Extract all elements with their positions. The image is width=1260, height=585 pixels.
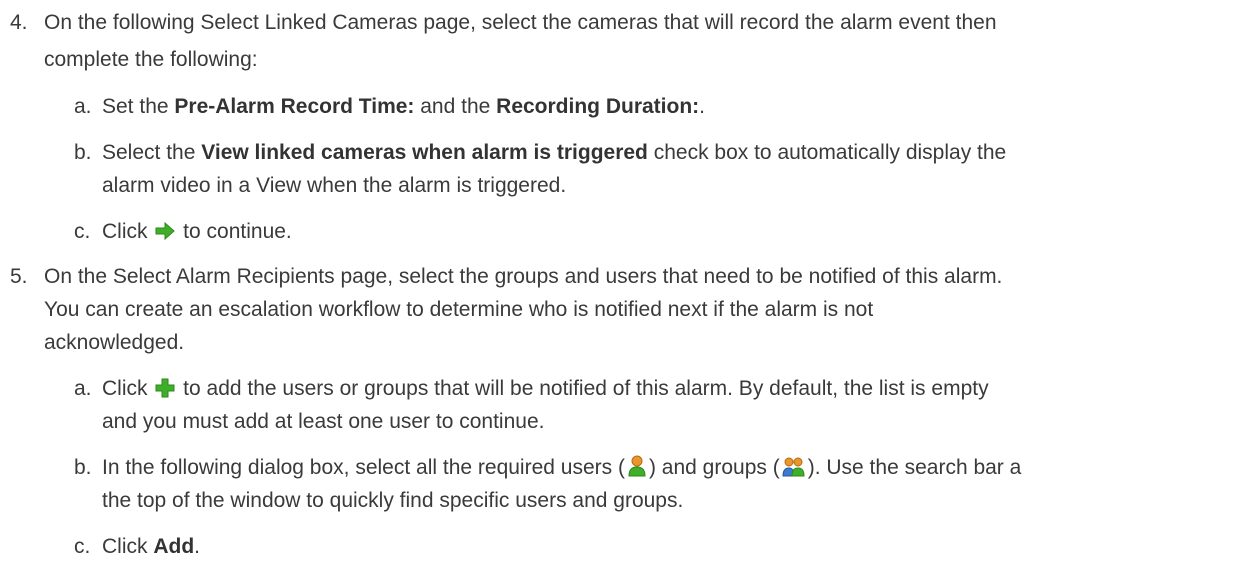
bold-term-add: Add [153, 535, 195, 558]
green-plus-icon [155, 377, 175, 398]
text-run: Set the [102, 95, 175, 118]
text-run: In the following dialog box, select all … [102, 456, 625, 479]
text-run: ) and groups ( [648, 456, 780, 479]
group-icon [782, 456, 806, 477]
green-right-arrow-icon [155, 220, 176, 241]
step-number: 5. [10, 265, 28, 288]
bold-term-pre-alarm: Pre-Alarm Record Time: [174, 95, 415, 118]
substep-4c-text: Click to continue. [102, 217, 292, 247]
text-run: to add the users or groups that will be … [177, 377, 989, 400]
text-run: Click [102, 535, 154, 558]
text-run: check box to automatically display the [647, 141, 1007, 164]
step-number: 4. [10, 11, 28, 34]
substep-letter: b. [74, 141, 92, 164]
text-run: ). Use the search bar a [807, 456, 1022, 479]
step-4-text-line-1: On the following Select Linked Cameras p… [44, 11, 997, 34]
text-run: . [699, 95, 705, 118]
step-5-text-line-3: acknowledged. [44, 331, 185, 354]
substep-5c-text: Click Add. [102, 532, 200, 562]
bold-term-recording-duration: Recording Duration: [496, 95, 700, 118]
step-4-text-line-2: complete the following: [44, 48, 258, 71]
substep-5a-text-line-2: and you must add at least one user to co… [102, 410, 545, 433]
substep-letter: b. [74, 456, 92, 479]
text-run: Click [102, 220, 154, 243]
text-run: to continue. [177, 220, 292, 243]
substep-letter: a. [74, 377, 92, 400]
substep-4b-text-line-1: Select the View linked cameras when alar… [102, 138, 1006, 168]
step-5-text-line-1: On the Select Alarm Recipients page, sel… [44, 265, 1003, 288]
substep-5b-text-line-1: In the following dialog box, select all … [102, 453, 1021, 483]
text-run: . [194, 535, 201, 558]
step-5-text-line-2: You can create an escalation workflow to… [44, 298, 874, 321]
substep-letter: c. [74, 535, 91, 558]
bold-term-view-linked-cameras: View linked cameras when alarm is trigge… [201, 141, 648, 164]
substep-letter: c. [74, 220, 91, 243]
substep-5a-text-line-1: Click to add the users or groups that wi… [102, 374, 989, 404]
substep-4b-text-line-2: alarm video in a View when the alarm is … [102, 174, 567, 197]
text-run: and the [414, 95, 497, 118]
text-run: Select the [102, 141, 202, 164]
user-icon [627, 455, 647, 477]
substep-4a-text: Set the Pre-Alarm Record Time: and the R… [102, 92, 705, 122]
substep-letter: a. [74, 95, 92, 118]
substep-5b-text-line-2: the top of the window to quickly find sp… [102, 489, 684, 512]
text-run: Click [102, 377, 154, 400]
document-page: 4. On the following Select Linked Camera… [0, 0, 1260, 585]
